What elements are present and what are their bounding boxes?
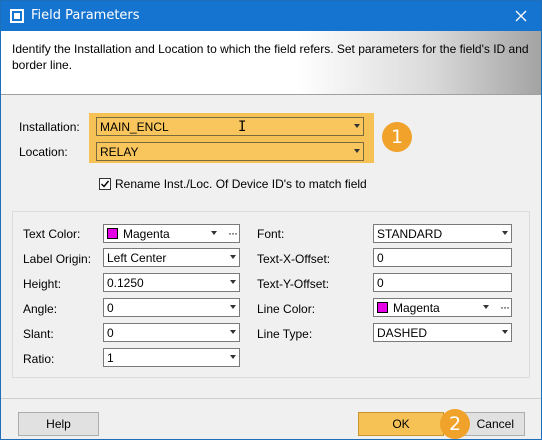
installation-value: MAIN_ENCL <box>100 120 169 134</box>
line-type-value: DASHED <box>377 326 428 340</box>
ok-button[interactable]: OK <box>358 412 444 436</box>
rename-checkbox[interactable] <box>99 178 111 190</box>
height-value: 0.1250 <box>107 276 144 290</box>
help-button[interactable]: Help <box>18 412 99 436</box>
label-origin-value: Left Center <box>107 251 167 265</box>
chevron-down-icon <box>230 255 236 259</box>
font-value: STANDARD <box>377 227 443 241</box>
text-y-offset-input[interactable]: 0 <box>373 273 512 292</box>
line-type-dropdown[interactable]: DASHED <box>373 323 512 342</box>
text-y-offset-label: Text-Y-Offset: <box>257 277 330 291</box>
rename-checkbox-label: Rename Inst./Loc. Of Device ID's to matc… <box>115 177 367 191</box>
text-y-offset-value: 0 <box>377 276 384 290</box>
label-origin-label: Label Origin: <box>23 252 92 266</box>
slant-value: 0 <box>107 326 114 340</box>
height-dropdown[interactable]: 0.1250 <box>103 273 240 292</box>
location-value: RELAY <box>100 145 139 159</box>
installation-label: Installation: <box>19 120 80 134</box>
description-text: Identify the Installation and Location t… <box>12 42 529 72</box>
line-type-label: Line Type: <box>257 327 313 341</box>
app-icon <box>10 9 24 23</box>
line-color-value: Magenta <box>393 301 440 315</box>
chevron-down-icon <box>230 280 236 284</box>
slant-label: Slant: <box>23 327 54 341</box>
angle-dropdown[interactable]: 0 <box>103 298 240 317</box>
location-label: Location: <box>19 145 68 159</box>
more-options-icon[interactable]: ··· <box>500 300 510 314</box>
more-options-icon[interactable]: ··· <box>228 226 238 240</box>
chevron-down-icon <box>483 305 489 309</box>
chevron-down-icon <box>230 330 236 334</box>
chevron-down-icon <box>211 231 217 235</box>
chevron-down-icon <box>502 231 508 235</box>
text-color-swatch <box>107 228 118 239</box>
line-color-label: Line Color: <box>257 302 316 316</box>
text-cursor-icon: I <box>238 119 247 135</box>
callout-badge-1: 1 <box>382 122 412 152</box>
text-x-offset-value: 0 <box>377 251 384 265</box>
text-color-value: Magenta <box>123 227 170 241</box>
chevron-down-icon <box>502 330 508 334</box>
text-color-label: Text Color: <box>23 227 81 241</box>
chevron-down-icon <box>230 355 236 359</box>
text-color-dropdown[interactable]: Magenta ··· <box>103 224 240 243</box>
font-dropdown[interactable]: STANDARD <box>373 224 512 243</box>
line-color-dropdown[interactable]: Magenta ··· <box>373 298 512 317</box>
ratio-label: Ratio: <box>23 352 55 366</box>
callout-badge-2: 2 <box>440 409 470 439</box>
slant-dropdown[interactable]: 0 <box>103 323 240 342</box>
location-dropdown[interactable]: RELAY <box>96 142 364 161</box>
height-label: Height: <box>23 277 62 291</box>
ratio-dropdown[interactable]: 1 <box>103 348 240 367</box>
chevron-down-icon <box>354 124 360 128</box>
angle-label: Angle: <box>23 302 58 316</box>
title-bar[interactable]: Field Parameters <box>1 1 541 31</box>
description-banner: Identify the Installation and Location t… <box>1 31 541 95</box>
text-x-offset-label: Text-X-Offset: <box>257 252 331 266</box>
installation-dropdown[interactable]: MAIN_ENCL I <box>96 117 364 136</box>
window-title: Field Parameters <box>31 8 140 23</box>
label-origin-dropdown[interactable]: Left Center <box>103 248 240 267</box>
line-color-swatch <box>377 302 388 313</box>
chevron-down-icon <box>354 149 360 153</box>
checkmark-icon <box>101 180 110 188</box>
chevron-down-icon <box>230 305 236 309</box>
close-icon <box>515 10 527 22</box>
ratio-value: 1 <box>107 351 114 365</box>
font-label: Font: <box>257 227 285 241</box>
close-button[interactable] <box>501 1 541 31</box>
field-parameters-dialog: Field Parameters Identify the Installati… <box>0 0 542 440</box>
text-x-offset-input[interactable]: 0 <box>373 248 512 267</box>
angle-value: 0 <box>107 301 114 315</box>
